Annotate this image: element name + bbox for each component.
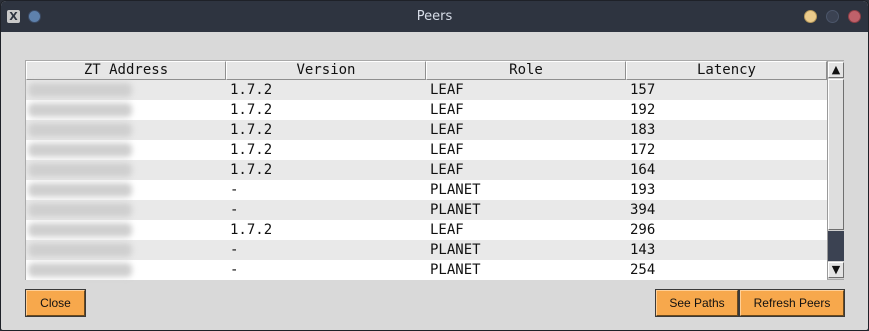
- version-cell: 1.7.2: [230, 162, 273, 178]
- version-cell: 1.7.2: [230, 82, 273, 98]
- table-row[interactable]: 1.7.2 LEAF 164: [26, 160, 827, 180]
- version-cell: 1.7.2: [230, 222, 273, 238]
- table-row[interactable]: 1.7.2 LEAF 172: [26, 140, 827, 160]
- redacted-address: [28, 103, 132, 117]
- scroll-up-icon[interactable]: ▲: [828, 62, 844, 78]
- table-row[interactable]: - PLANET 254: [26, 260, 827, 280]
- redacted-address: [28, 243, 132, 257]
- zt-address-cell: [26, 200, 226, 220]
- role-cell: LEAF: [430, 142, 464, 158]
- table-row[interactable]: 1.7.2 LEAF 192: [26, 100, 827, 120]
- table-row[interactable]: 1.7.2 LEAF 296: [26, 220, 827, 240]
- role-cell: LEAF: [430, 222, 464, 238]
- latency-cell: 254: [630, 262, 656, 278]
- latency-cell: 143: [630, 242, 656, 258]
- column-header-role[interactable]: Role: [426, 61, 626, 80]
- latency-cell: 296: [630, 222, 656, 238]
- zt-address-cell: [26, 260, 226, 280]
- minimize-button[interactable]: [804, 10, 817, 23]
- redacted-address: [28, 203, 132, 217]
- zt-address-cell: [26, 220, 226, 240]
- table-body: 1.7.2 LEAF 157 1.7.2 LEAF 192 1.7.2 LEAF 183 1.7.…: [26, 80, 827, 280]
- scroll-trough[interactable]: [828, 231, 844, 261]
- window-title: Peers: [416, 9, 453, 24]
- version-cell: 1.7.2: [230, 142, 273, 158]
- close-button[interactable]: Close: [25, 289, 86, 317]
- zt-address-cell: [26, 160, 226, 180]
- zt-address-cell: [26, 180, 226, 200]
- redacted-address: [28, 83, 132, 97]
- maximize-button[interactable]: [826, 10, 839, 23]
- column-header-version[interactable]: Version: [226, 61, 426, 80]
- zt-address-cell: [26, 140, 226, 160]
- window-controls: [804, 10, 861, 23]
- redacted-address: [28, 123, 132, 137]
- role-cell: PLANET: [430, 242, 481, 258]
- zt-address-cell: [26, 100, 226, 120]
- latency-cell: 183: [630, 122, 656, 138]
- version-cell: -: [230, 202, 239, 218]
- role-cell: LEAF: [430, 122, 464, 138]
- peers-window: X Peers ZT Address Version Role Latency …: [0, 0, 869, 331]
- role-cell: LEAF: [430, 102, 464, 118]
- latency-cell: 192: [630, 102, 656, 118]
- redacted-address: [28, 163, 132, 177]
- table-header: ZT Address Version Role Latency: [26, 61, 827, 80]
- zt-address-cell: [26, 80, 226, 100]
- close-window-button[interactable]: [848, 10, 861, 23]
- role-cell: LEAF: [430, 162, 464, 178]
- latency-cell: 193: [630, 182, 656, 198]
- table-row[interactable]: - PLANET 143: [26, 240, 827, 260]
- redacted-address: [28, 143, 132, 157]
- redacted-address: [28, 263, 132, 277]
- table-row[interactable]: 1.7.2 LEAF 183: [26, 120, 827, 140]
- role-cell: PLANET: [430, 262, 481, 278]
- latency-cell: 157: [630, 82, 656, 98]
- table-row[interactable]: - PLANET 193: [26, 180, 827, 200]
- redacted-address: [28, 183, 132, 197]
- scroll-down-icon[interactable]: ▼: [828, 262, 844, 278]
- version-cell: -: [230, 242, 239, 258]
- latency-cell: 164: [630, 162, 656, 178]
- column-header-zt-address[interactable]: ZT Address: [26, 61, 226, 80]
- table-row[interactable]: 1.7.2 LEAF 157: [26, 80, 827, 100]
- role-cell: PLANET: [430, 202, 481, 218]
- zt-address-cell: [26, 120, 226, 140]
- refresh-peers-button[interactable]: Refresh Peers: [739, 289, 845, 317]
- role-cell: LEAF: [430, 82, 464, 98]
- redacted-address: [28, 223, 132, 237]
- zt-address-cell: [26, 240, 226, 260]
- role-cell: PLANET: [430, 182, 481, 198]
- titlebar: X Peers: [1, 1, 868, 32]
- vertical-scrollbar[interactable]: ▲ ▼: [827, 61, 844, 279]
- see-paths-button[interactable]: See Paths: [655, 289, 739, 317]
- version-cell: 1.7.2: [230, 122, 273, 138]
- scroll-thumb[interactable]: [828, 79, 844, 230]
- version-cell: -: [230, 262, 239, 278]
- column-header-latency[interactable]: Latency: [626, 61, 827, 80]
- version-cell: -: [230, 182, 239, 198]
- latency-cell: 172: [630, 142, 656, 158]
- peers-table[interactable]: ZT Address Version Role Latency 1.7.2 LEA…: [25, 60, 844, 280]
- table-row[interactable]: - PLANET 394: [26, 200, 827, 220]
- version-cell: 1.7.2: [230, 102, 273, 118]
- latency-cell: 394: [630, 202, 656, 218]
